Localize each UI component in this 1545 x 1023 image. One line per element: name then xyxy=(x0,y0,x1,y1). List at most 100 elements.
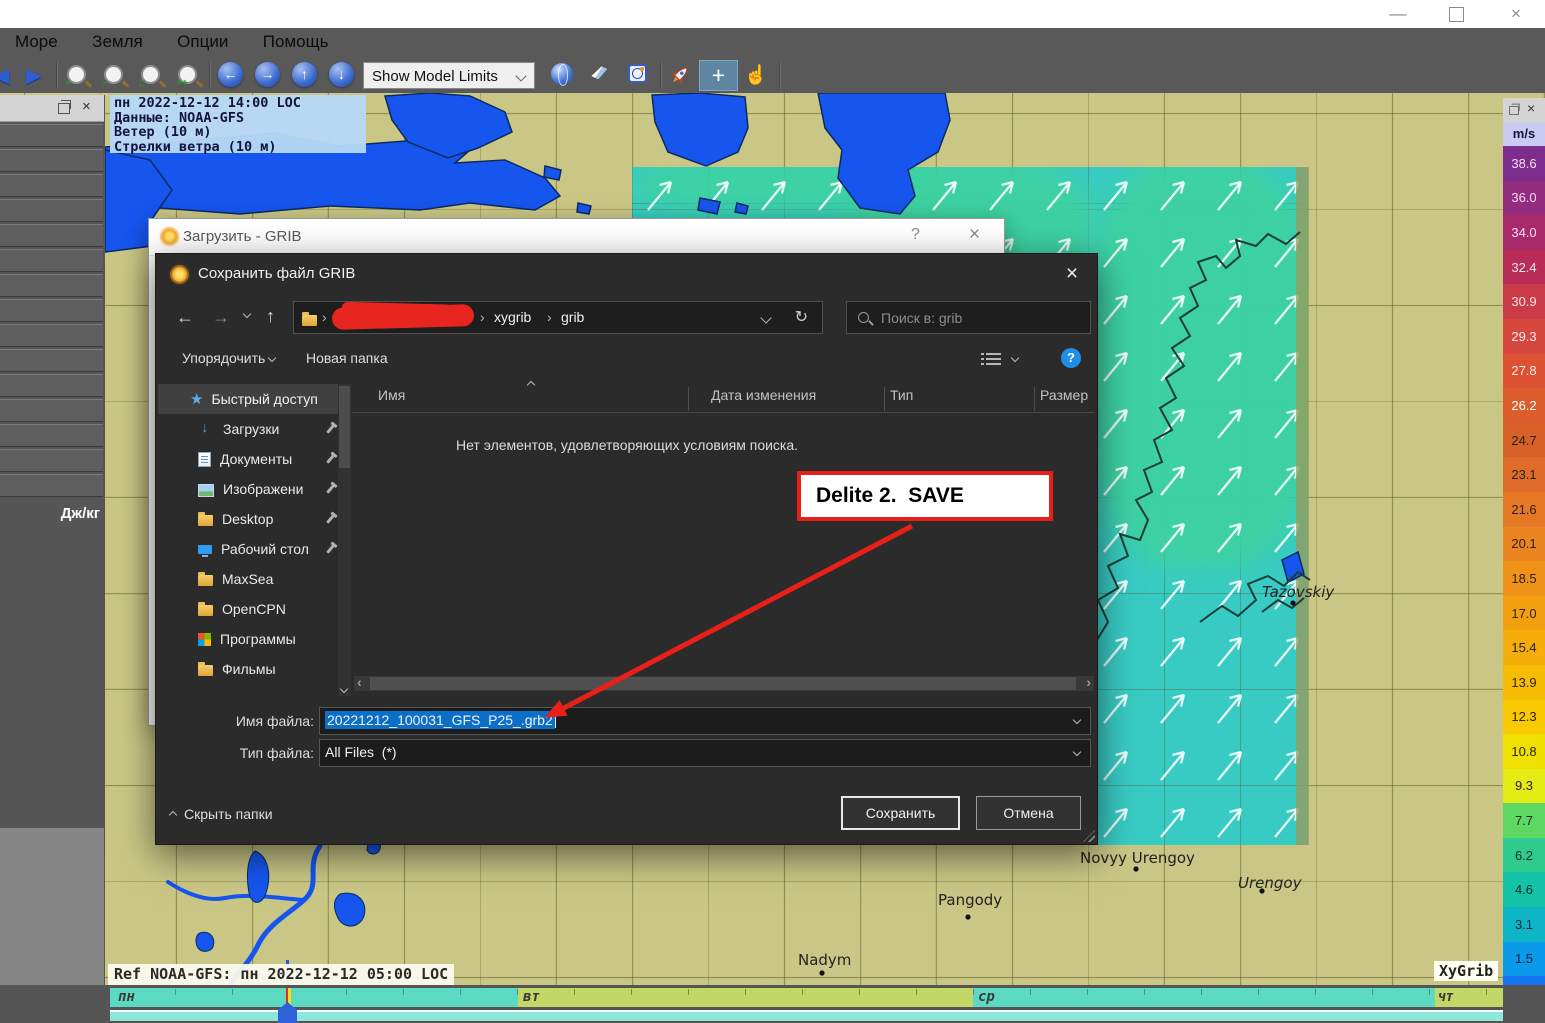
sidebar-item-6[interactable]: OpenCPN xyxy=(158,594,338,624)
crosshair-tool-button[interactable]: + xyxy=(699,60,738,91)
sidebar-item-label: Изображени xyxy=(223,481,303,497)
maximize-button[interactable] xyxy=(1449,7,1464,22)
altitude-row-4[interactable] xyxy=(0,224,103,247)
sidebar-item-4[interactable]: Рабочий стол xyxy=(158,534,338,564)
timeline-segment-wed[interactable] xyxy=(973,988,1435,1007)
forward-icon[interactable]: → xyxy=(212,307,230,328)
sidebar-item-7[interactable]: Программы xyxy=(158,624,338,654)
column-size[interactable]: Размер xyxy=(1040,387,1088,403)
altitude-row-6[interactable] xyxy=(0,274,103,297)
timeline-segment-mon[interactable] xyxy=(110,988,518,1007)
hide-folders-button[interactable]: Скрыть папки xyxy=(170,806,273,822)
dialog-title-bar[interactable]: Сохранить файл GRIB × xyxy=(156,254,1097,296)
view-mode-icon[interactable] xyxy=(986,353,1001,365)
scroll-left-icon[interactable]: ‹ xyxy=(357,674,362,690)
altitude-row-8[interactable] xyxy=(0,324,103,347)
altitude-row-9[interactable] xyxy=(0,349,103,372)
scroll-right-icon[interactable]: › xyxy=(1086,674,1091,690)
refresh-icon[interactable]: ↻ xyxy=(795,307,808,327)
pan-up-icon[interactable]: ↑ xyxy=(292,62,317,87)
resize-grip[interactable] xyxy=(1083,830,1095,842)
menu-help[interactable]: Помощь xyxy=(248,28,344,52)
close-button[interactable]: × xyxy=(1499,1,1533,27)
altitude-row-7[interactable] xyxy=(0,299,103,322)
breadcrumb-xygrib[interactable]: xygrib xyxy=(494,309,531,325)
chevron-up-icon xyxy=(169,811,177,819)
scrollbar-thumb[interactable] xyxy=(339,386,350,468)
timeline-tick xyxy=(232,989,233,995)
organize-button[interactable]: Упорядочить xyxy=(182,350,275,366)
cancel-button[interactable]: Отмена xyxy=(976,796,1081,830)
column-name[interactable]: Имя xyxy=(378,387,405,403)
back-icon[interactable]: ← xyxy=(176,307,194,328)
erase-icon[interactable] xyxy=(590,65,609,80)
command-bar: Упорядочить Новая папка ? xyxy=(156,342,1097,378)
search-input[interactable] xyxy=(879,305,1083,331)
menu-more[interactable]: Море xyxy=(0,28,73,52)
menu-options[interactable]: Опции xyxy=(162,28,243,52)
altitude-row-13[interactable] xyxy=(0,449,103,472)
altitude-row-12[interactable] xyxy=(0,424,103,447)
pan-left-icon[interactable]: ← xyxy=(218,62,243,87)
globe-icon[interactable] xyxy=(551,63,573,85)
sidebar-item-0[interactable]: Загрузки xyxy=(158,414,338,444)
sidebar-quick-access[interactable]: ★ Быстрый доступ xyxy=(158,384,338,414)
sidebar-item-2[interactable]: Изображени xyxy=(158,474,338,504)
column-date[interactable]: Дата изменения xyxy=(711,387,816,403)
recent-locations-icon[interactable] xyxy=(243,310,251,318)
altitude-row-10[interactable] xyxy=(0,374,103,397)
help-icon[interactable]: ? xyxy=(1061,348,1081,368)
altitude-row-14[interactable] xyxy=(0,474,103,497)
search-box[interactable] xyxy=(846,301,1091,334)
help-icon[interactable]: ? xyxy=(911,226,920,244)
sidebar-item-3[interactable]: Desktop xyxy=(158,504,338,534)
altitude-row-0[interactable] xyxy=(0,124,103,147)
play-forward-icon[interactable]: ▶ xyxy=(26,63,41,88)
sidebar-scrollbar[interactable] xyxy=(338,384,351,696)
up-icon[interactable]: ↑ xyxy=(266,306,275,327)
scroll-down-icon[interactable] xyxy=(340,685,348,693)
minimize-button[interactable]: — xyxy=(1381,1,1415,27)
timeline-bar[interactable]: пн вт ср чт xyxy=(0,985,1545,1023)
chevron-down-icon[interactable] xyxy=(1073,748,1081,756)
altitude-row-1[interactable] xyxy=(0,149,103,172)
filetype-dropdown[interactable]: All Files (*) xyxy=(319,739,1091,767)
pan-down-icon[interactable]: ↓ xyxy=(329,62,354,87)
chevron-down-icon[interactable] xyxy=(760,312,771,323)
chevron-down-icon[interactable] xyxy=(1073,716,1081,724)
zoom-in-icon[interactable]: + xyxy=(67,65,86,84)
altitude-row-2[interactable] xyxy=(0,174,103,197)
new-folder-button[interactable]: Новая папка xyxy=(306,350,388,366)
close-icon[interactable]: × xyxy=(969,224,980,246)
model-limits-dropdown[interactable]: Show Model Limits xyxy=(363,62,535,89)
scale-cell-12.3: 12.3 xyxy=(1503,700,1545,735)
horizontal-scrollbar[interactable]: ‹ › xyxy=(354,676,1094,691)
breadcrumb-grib[interactable]: grib xyxy=(561,309,584,325)
altitude-row-11[interactable] xyxy=(0,399,103,422)
close-icon[interactable]: × xyxy=(1055,258,1089,290)
menu-zemlya[interactable]: Земля xyxy=(77,28,158,52)
pan-right-icon[interactable]: → xyxy=(255,62,280,87)
sidebar-item-8[interactable]: Фильмы xyxy=(158,654,338,684)
float-panel-icon[interactable] xyxy=(58,103,70,114)
hand-tool-button[interactable]: ☝ xyxy=(741,61,771,91)
column-type[interactable]: Тип xyxy=(890,387,913,403)
filename-input[interactable]: 20221212_100031_GFS_P25_.grb2 xyxy=(319,707,1091,735)
altitude-row-5[interactable] xyxy=(0,249,103,272)
sidebar-item-1[interactable]: Документы xyxy=(158,444,338,474)
zoom-out-icon[interactable]: − xyxy=(104,65,123,84)
chevron-down-icon[interactable] xyxy=(1011,354,1019,362)
compass-icon[interactable] xyxy=(628,64,647,83)
close-panel-icon[interactable]: × xyxy=(82,98,91,115)
save-button[interactable]: Сохранить xyxy=(841,796,960,830)
scrollbar-thumb[interactable] xyxy=(370,677,1076,690)
altitude-row-3[interactable] xyxy=(0,199,103,222)
sidebar-item-5[interactable]: MaxSea xyxy=(158,564,338,594)
zoom-fit-icon[interactable]: :: xyxy=(141,65,160,84)
breadcrumb[interactable]: › › xygrib › grib ↻ xyxy=(293,301,823,334)
rocket-icon[interactable] xyxy=(668,63,692,92)
zoom-area-icon[interactable]: ++ xyxy=(178,65,197,84)
float-panel-icon[interactable] xyxy=(1509,106,1519,115)
step-back-icon[interactable]: ◀ xyxy=(0,63,9,88)
close-panel-icon[interactable]: × xyxy=(1527,100,1535,116)
